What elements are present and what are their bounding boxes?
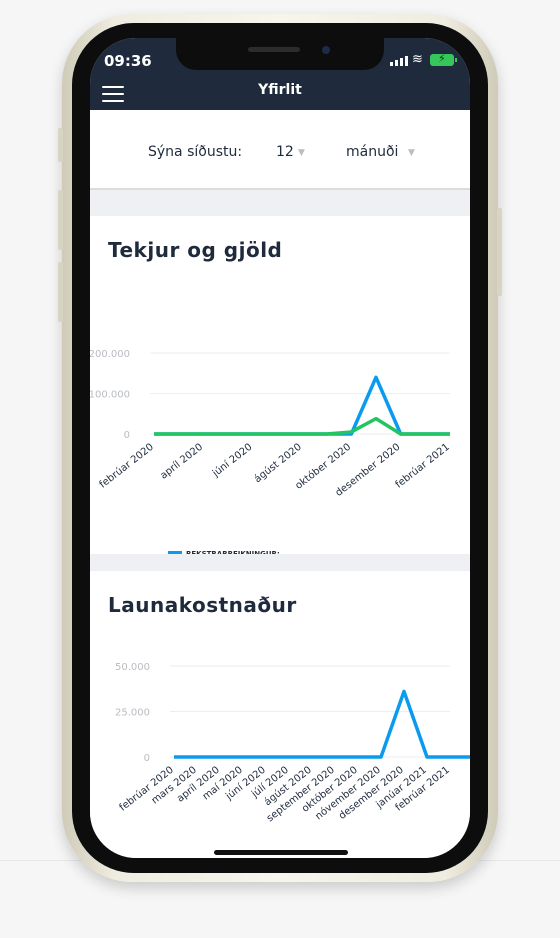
y-tick-label: 25.000 — [115, 708, 150, 719]
legend-label: REKSTRARREIKNINGUR: — [186, 550, 280, 554]
battery-charging-icon: ⚡ — [430, 52, 457, 66]
phone-screen: 09:36 ≋ ⚡ Yfirlit Sýna síðustu: 12 ▼ mán… — [90, 38, 470, 858]
caret-down-icon[interactable]: ▼ — [408, 148, 415, 158]
y-tick-label: 200.000 — [90, 349, 130, 360]
side-button-volume-down — [58, 262, 63, 322]
y-tick-label: 100.000 — [90, 390, 130, 401]
page-title: Yfirlit — [258, 82, 302, 98]
filter-label: Sýna síðustu: — [148, 144, 243, 160]
x-tick-label: ágúst 2020 — [252, 441, 304, 485]
side-button-volume-up — [58, 190, 63, 250]
x-tick-label: apríl 2020 — [158, 441, 205, 482]
status-time: 09:36 — [104, 52, 152, 70]
front-camera — [322, 46, 330, 54]
x-tick-label: júní 2020 — [209, 441, 254, 480]
wifi-icon: ≋ — [412, 52, 423, 67]
app-header: 09:36 ≋ ⚡ Yfirlit — [90, 38, 470, 110]
signal-icon — [390, 56, 408, 66]
month-count-select[interactable]: 12 — [276, 144, 294, 160]
side-button-mute — [58, 128, 63, 162]
speaker — [248, 47, 300, 52]
caret-down-icon[interactable]: ▼ — [298, 148, 305, 158]
chart-card-revenue: Tekjur og gjöld 200.000 100.000 0 febrúar 2… — [90, 216, 470, 554]
side-button-power — [497, 208, 502, 296]
y-tick-label: 0 — [144, 753, 150, 764]
chart-card-salary: Launakostnaður 50.000 25.000 0 febrúar 2020… — [90, 571, 470, 858]
series-line — [154, 375, 450, 436]
period-unit-select[interactable]: mánuði — [346, 144, 398, 160]
x-tick-label: febrúar 2020 — [97, 441, 156, 491]
line-chart-salary: 50.00025.0000febrúar 2020mars 2020apríl … — [115, 662, 470, 824]
notch — [176, 38, 384, 70]
series-line — [154, 416, 450, 436]
legend-swatch — [168, 551, 182, 554]
x-tick-label: febrúar 2021 — [393, 441, 452, 491]
y-tick-label: 50.000 — [115, 662, 150, 673]
series-line — [174, 689, 470, 759]
y-tick-label: 0 — [124, 430, 130, 441]
line-chart-revenue: 200.000 100.000 0febrúar 2020 apríl 2020 jún… — [90, 349, 452, 554]
home-indicator[interactable] — [214, 850, 348, 855]
period-filter: Sýna síðustu: 12 ▼ mánuði ▼ — [90, 110, 470, 190]
